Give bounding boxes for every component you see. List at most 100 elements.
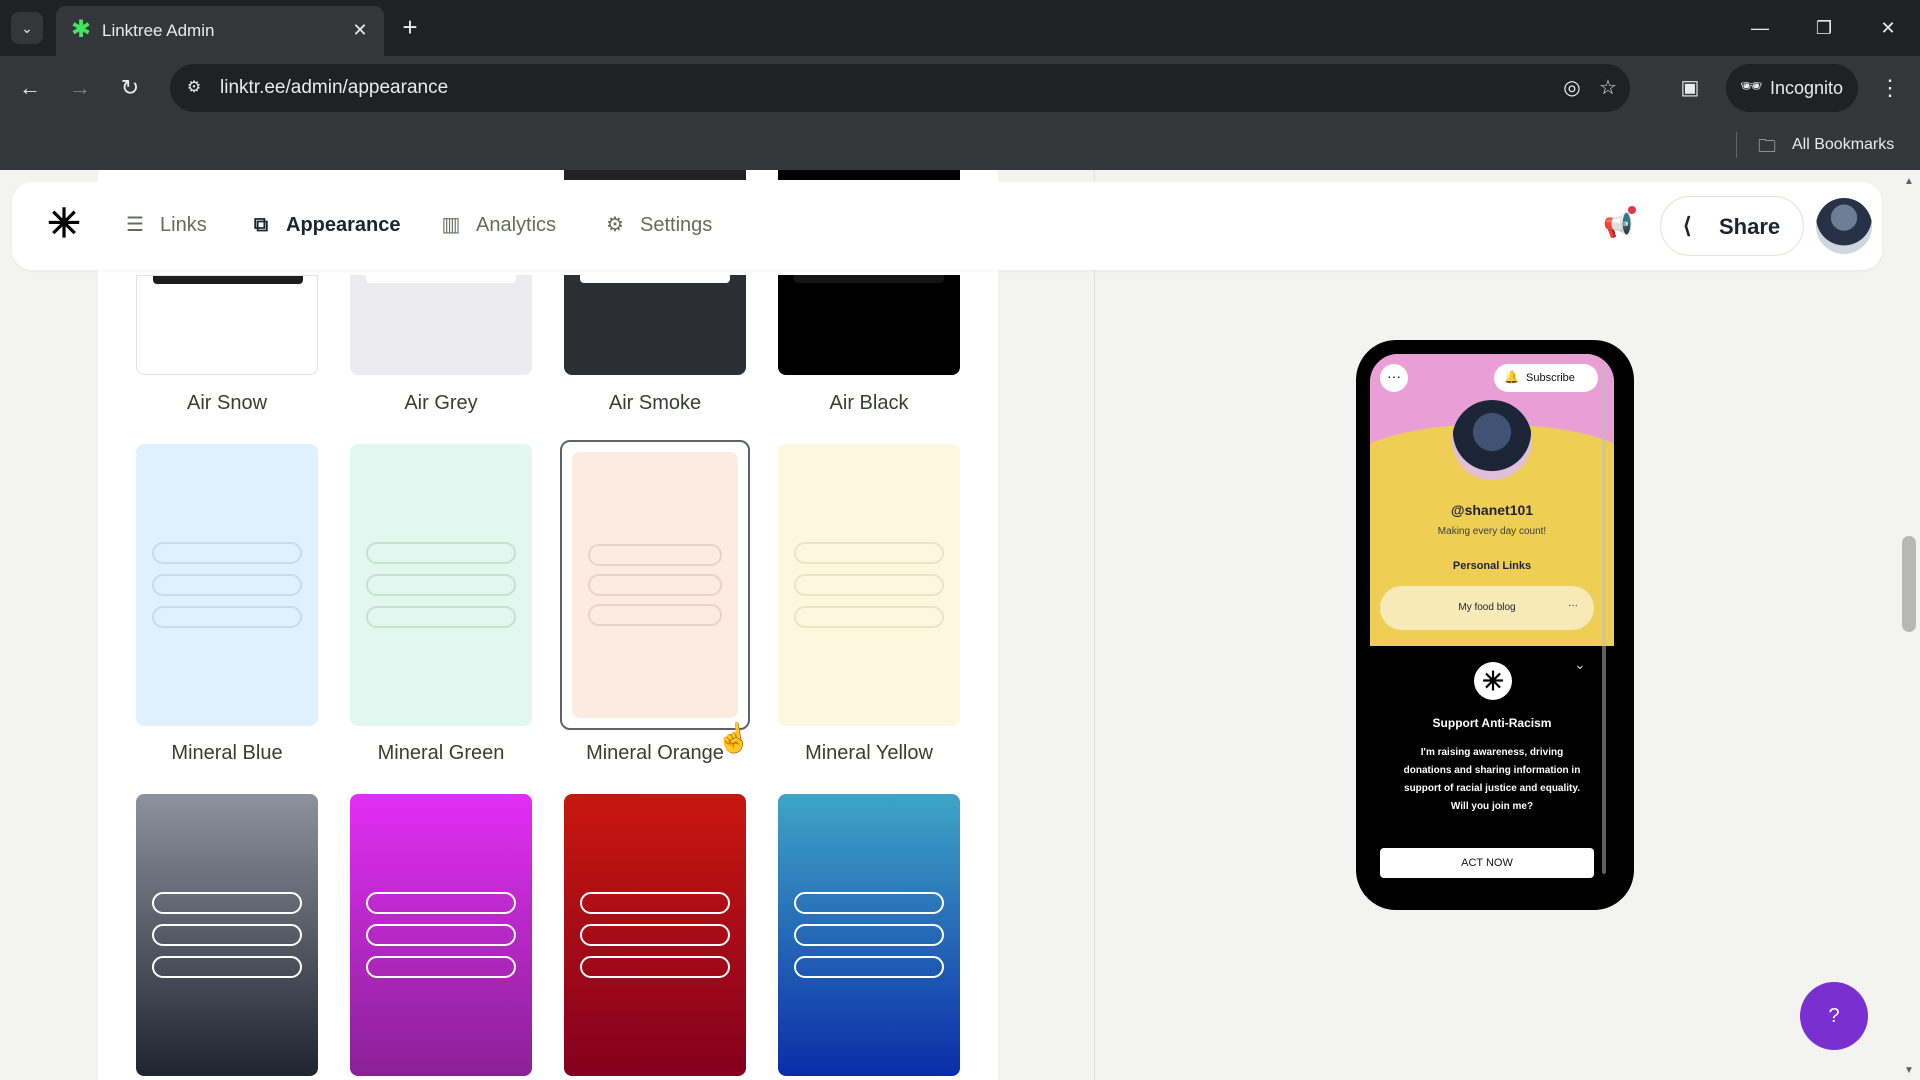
theme-label: Air Black (829, 392, 909, 414)
subscribe-label: Subscribe (1526, 372, 1575, 384)
avatar[interactable] (1816, 198, 1872, 254)
theme-pill (366, 606, 516, 628)
subscribe-button[interactable]: 🔔 Subscribe (1494, 364, 1598, 392)
theme-card-gradient-grey[interactable] (136, 794, 318, 1076)
banner-body: I'm raising awareness, driving donations… (1403, 747, 1581, 812)
theme-card-mineral-orange[interactable] (572, 452, 738, 718)
eye-off-icon[interactable]: ◎ (1558, 74, 1586, 102)
panel-divider (1094, 170, 1095, 1080)
url-text[interactable]: linktr.ee/admin/appearance (220, 77, 448, 99)
theme-label: Mineral Green (377, 742, 505, 764)
linktree-logo-icon: ✳ (1474, 662, 1512, 700)
close-tab-icon[interactable]: ✕ (348, 18, 372, 42)
app-navbar: ✳ ☰ Links ⧉ Appearance ▥ Analytics ⚙ Set… (12, 182, 1882, 270)
theme-pill (580, 892, 730, 914)
theme-label: Mineral Yellow (805, 742, 933, 764)
theme-pill (794, 574, 944, 596)
reload-button[interactable]: ↻ (112, 70, 148, 106)
theme-pill (794, 275, 944, 283)
preview-bio: Making every day count! (1437, 526, 1547, 537)
act-now-button[interactable]: ACT NOW (1380, 848, 1594, 878)
preview-avatar (1452, 400, 1532, 480)
nav-analytics[interactable]: ▥ Analytics (438, 210, 568, 242)
link-more-icon[interactable]: ··· (1568, 600, 1578, 611)
theme-pill (588, 574, 722, 596)
help-button[interactable]: ? (1800, 982, 1868, 1050)
phone-screen: ··· 🔔 Subscribe @shanet101 Making every … (1370, 354, 1614, 894)
scroll-down-icon[interactable]: ▼ (1904, 1065, 1914, 1076)
linktree-favicon-icon: ✱ (70, 16, 92, 43)
theme-pill (152, 924, 302, 946)
theme-pill (588, 544, 722, 566)
banner-title: Support Anti-Racism (1432, 716, 1552, 730)
scrollbar-thumb[interactable] (1902, 536, 1916, 632)
theme-pill (366, 542, 516, 564)
preview-banner: ⌄ ✳ Support Anti-Racism I'm raising awar… (1370, 646, 1614, 894)
theme-pill (366, 275, 516, 283)
page-scrollbar[interactable]: ▲ ▼ (1898, 170, 1920, 1080)
nav-appearance[interactable]: ⧉ Appearance (248, 210, 401, 242)
browser-menu-icon[interactable]: ⋮ (1872, 70, 1908, 106)
theme-card-gradient-blue[interactable] (778, 794, 960, 1076)
nav-settings-label: Settings (640, 214, 713, 236)
nav-links[interactable]: ☰ Links (122, 210, 222, 242)
theme-card-air-smoke[interactable] (564, 275, 746, 375)
theme-pill (152, 956, 302, 978)
preview-scrollbar (1602, 364, 1606, 874)
close-window-button[interactable]: ✕ (1868, 12, 1908, 44)
theme-card-mineral-green[interactable] (350, 444, 532, 726)
nav-analytics-label: Analytics (476, 214, 557, 236)
theme-pill (580, 275, 730, 283)
theme-pill (366, 892, 516, 914)
notification-dot (1628, 206, 1636, 214)
all-bookmarks-label: All Bookmarks (1792, 136, 1895, 153)
theme-strip (778, 170, 960, 180)
side-panel-icon[interactable]: ▣ (1672, 70, 1708, 106)
theme-card-air-snow[interactable] (136, 275, 318, 375)
browser-tab[interactable]: ✱ Linktree Admin ✕ (56, 6, 384, 56)
new-tab-button[interactable]: + (396, 14, 424, 42)
hand-cursor-icon: ☝ (714, 720, 753, 757)
theme-pill (794, 892, 944, 914)
theme-pill (366, 924, 516, 946)
folder-icon: 🗀 (1758, 136, 1776, 156)
bookmarks-separator (1736, 132, 1737, 158)
restore-button[interactable]: ❐ (1804, 12, 1844, 44)
bookmarks-bar: 🗀 All Bookmarks (0, 120, 1920, 170)
theme-card-air-grey[interactable] (350, 275, 532, 375)
incognito-badge[interactable]: 🕶 Incognito (1726, 64, 1858, 112)
scroll-up-icon[interactable]: ▲ (1904, 176, 1914, 187)
appearance-page: Air Snow Air Grey Air Smoke Air Black Mi… (0, 170, 1920, 1080)
address-bar[interactable]: ⚙ linktr.ee/admin/appearance ◎ ☆ (170, 64, 1630, 112)
preview-handle: @shanet101 (1450, 502, 1534, 518)
bookmark-star-icon[interactable]: ☆ (1594, 74, 1622, 102)
links-icon: ☰ (126, 214, 144, 236)
analytics-icon: ▥ (441, 214, 461, 236)
theme-card-gradient-pink[interactable] (350, 794, 532, 1076)
nav-settings[interactable]: ⚙ Settings (602, 210, 732, 242)
theme-card-air-black[interactable] (778, 275, 960, 375)
site-info-icon[interactable]: ⚙ (180, 74, 208, 102)
theme-card-mineral-yellow[interactable] (778, 444, 960, 726)
share-icon: ⟨ (1683, 213, 1692, 238)
chevron-down-icon[interactable]: ⌄ (1574, 656, 1586, 673)
theme-pill (794, 956, 944, 978)
nav-appearance-label: Appearance (286, 214, 401, 236)
share-button[interactable]: ⟨ Share (1660, 196, 1804, 256)
preview-link-button[interactable]: My food blog ··· (1380, 586, 1594, 630)
theme-pill (152, 542, 302, 564)
theme-pill (588, 604, 722, 626)
more-icon[interactable]: ··· (1380, 364, 1408, 392)
linktree-logo-icon[interactable]: ✳ (44, 204, 84, 244)
theme-card-mineral-blue[interactable] (136, 444, 318, 726)
theme-pill (366, 574, 516, 596)
incognito-icon: 🕶 (1740, 76, 1763, 96)
tab-search-button[interactable]: ⌄ (11, 12, 43, 44)
forward-button[interactable]: → (62, 70, 98, 106)
theme-pill (580, 924, 730, 946)
theme-pill (794, 542, 944, 564)
back-button[interactable]: ← (12, 70, 48, 106)
minimize-button[interactable]: — (1740, 12, 1780, 44)
theme-card-gradient-red[interactable] (564, 794, 746, 1076)
theme-pill (580, 956, 730, 978)
